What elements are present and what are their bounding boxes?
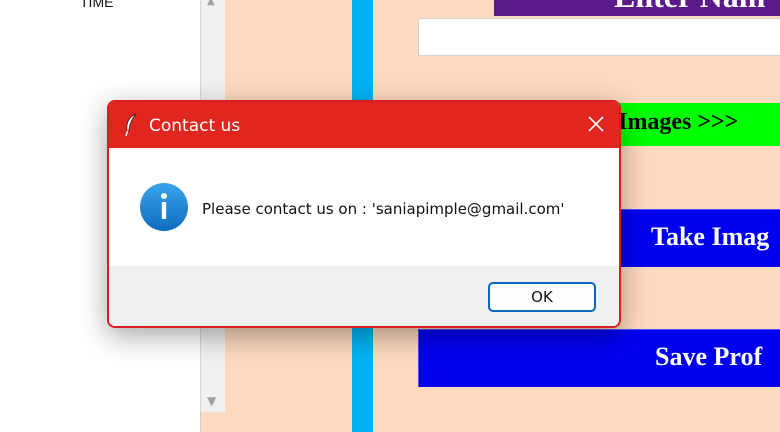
images-button[interactable]: Images >>>: [600, 103, 780, 146]
contact-us-dialog: Contact us Please contact us on : 'sania…: [107, 100, 621, 328]
dialog-title: Contact us: [149, 116, 241, 136]
enter-name-banner-text: Enter Nam: [614, 0, 765, 15]
info-icon: [140, 183, 188, 231]
dialog-message: Please contact us on : 'saniapimple@gmai…: [202, 200, 565, 218]
name-input[interactable]: [418, 18, 780, 56]
dialog-body: Please contact us on : 'saniapimple@gmai…: [109, 148, 619, 266]
scroll-up-arrow-icon[interactable]: ▲: [207, 0, 215, 7]
dialog-footer: OK: [109, 266, 619, 326]
images-button-label: Images >>>: [618, 109, 739, 135]
dialog-titlebar[interactable]: Contact us: [109, 102, 619, 148]
close-icon[interactable]: [587, 115, 605, 133]
save-profile-button-label: Save Prof: [655, 342, 763, 371]
enter-name-banner: Enter Nam: [494, 0, 780, 16]
feather-icon: [125, 113, 137, 137]
scroll-down-arrow-icon[interactable]: ▼: [207, 394, 216, 408]
ok-button[interactable]: OK: [488, 282, 596, 312]
list-column-header: TIME: [80, 0, 114, 10]
save-profile-button[interactable]: Save Prof: [418, 329, 780, 387]
take-images-button-label: Take Imag: [651, 222, 770, 251]
